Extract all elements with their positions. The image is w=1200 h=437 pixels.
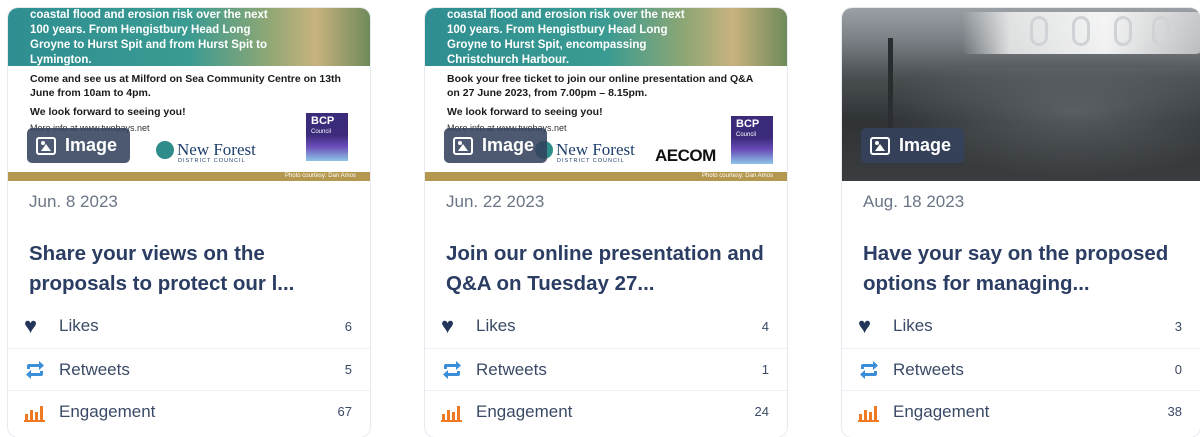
- heart-icon: ♥: [24, 313, 38, 338]
- retweets-count: 1: [761, 362, 769, 377]
- retweet-icon: [441, 360, 463, 380]
- engagement-row: Engagement 24: [425, 390, 787, 432]
- image-badge: Image: [861, 128, 964, 163]
- likes-count: 4: [761, 318, 769, 334]
- retweets-count: 5: [344, 362, 352, 377]
- engagement-label: Engagement: [59, 401, 156, 421]
- bar-chart-icon: [24, 402, 46, 422]
- poster-headline: coastal flood and erosion risk over the …: [447, 9, 685, 66]
- bcp-logo-subtext: Council: [311, 129, 332, 135]
- bcp-logo-subtext: Council: [736, 132, 757, 138]
- post-card[interactable]: Image Aug. 18 2023 Have your say on the …: [842, 8, 1200, 437]
- retweet-icon: [24, 360, 46, 380]
- engagement-count: 38: [1167, 404, 1182, 419]
- post-date: Aug. 18 2023: [863, 192, 965, 211]
- image-icon: [453, 136, 473, 155]
- image-badge-label: Image: [482, 135, 535, 155]
- railing: [1072, 16, 1090, 46]
- poster-headline: coastal flood and erosion risk over the …: [30, 9, 268, 66]
- bcp-logo-text: BCP: [311, 115, 335, 127]
- bcp-council-logo: BCP Council: [731, 116, 773, 164]
- likes-label: Likes: [59, 316, 99, 335]
- aecom-logo: AECOM: [655, 146, 716, 165]
- new-forest-logo-text: New Forest: [556, 140, 635, 159]
- retweets-row: Retweets 5: [8, 348, 370, 390]
- bcp-logo-text: BCP: [736, 118, 760, 130]
- image-badge-label: Image: [899, 135, 952, 155]
- retweets-label: Retweets: [59, 359, 130, 379]
- new-forest-logo: New Forest DISTRICT COUNCIL: [156, 140, 256, 164]
- likes-row: ♥ Likes 6: [8, 305, 370, 347]
- railing: [1030, 16, 1048, 46]
- retweets-count: 0: [1174, 362, 1182, 377]
- image-icon: [36, 136, 56, 155]
- poster-body: Come and see us at Milford on Sea Commun…: [30, 73, 350, 135]
- likes-row: ♥ Likes 4: [425, 305, 787, 347]
- new-forest-logo-text: New Forest: [177, 140, 256, 159]
- image-badge: Image: [444, 128, 547, 163]
- new-forest-logo-subtext: DISTRICT COUNCIL: [557, 158, 625, 164]
- poster-line: Book your free ticket to join our online…: [447, 73, 753, 99]
- new-forest-logo: New Forest DISTRICT COUNCIL: [535, 140, 635, 164]
- likes-row: ♥ Likes 3: [842, 305, 1200, 347]
- post-title[interactable]: Join our online presentation and Q&A on …: [446, 239, 766, 299]
- railing: [1152, 16, 1170, 46]
- image-badge-label: Image: [65, 135, 118, 155]
- engagement-count: 67: [337, 404, 352, 419]
- likes-label: Likes: [893, 316, 933, 335]
- bar-chart-icon: [858, 402, 880, 422]
- leaf-icon: [156, 141, 174, 159]
- new-forest-logo-subtext: DISTRICT COUNCIL: [178, 158, 246, 164]
- image-icon: [870, 136, 890, 155]
- post-thumbnail[interactable]: coastal flood and erosion risk over the …: [8, 8, 370, 181]
- engagement-label: Engagement: [893, 401, 990, 421]
- retweets-label: Retweets: [893, 359, 964, 379]
- post-thumbnail[interactable]: coastal flood and erosion risk over the …: [425, 8, 787, 181]
- post-card[interactable]: coastal flood and erosion risk over the …: [8, 8, 370, 437]
- likes-label: Likes: [476, 316, 516, 335]
- image-badge: Image: [27, 128, 130, 163]
- railing: [1114, 16, 1132, 46]
- post-date: Jun. 22 2023: [446, 192, 545, 211]
- bcp-council-logo: BCP Council: [306, 113, 348, 161]
- retweets-row: Retweets 1: [425, 348, 787, 390]
- likes-count: 6: [344, 318, 352, 334]
- engagement-count: 24: [754, 404, 769, 419]
- post-date: Jun. 8 2023: [29, 192, 118, 211]
- bar-chart-icon: [441, 402, 463, 422]
- retweets-label: Retweets: [476, 359, 547, 379]
- photo-credit: Photo courtesy: Dan Amos: [425, 172, 787, 181]
- retweet-icon: [858, 360, 880, 380]
- retweets-row: Retweets 0: [842, 348, 1200, 390]
- post-card[interactable]: coastal flood and erosion risk over the …: [425, 8, 787, 437]
- poster-line: We look forward to seeing you!: [447, 106, 603, 118]
- engagement-row: Engagement 38: [842, 390, 1200, 432]
- poster-line: Come and see us at Milford on Sea Commun…: [30, 73, 341, 99]
- post-title[interactable]: Share your views on the proposals to pro…: [29, 239, 349, 299]
- engagement-label: Engagement: [476, 401, 573, 421]
- heart-icon: ♥: [858, 313, 872, 338]
- photo-credit: Photo courtesy: Dan Amos: [8, 172, 370, 181]
- post-title[interactable]: Have your say on the proposed options fo…: [863, 239, 1183, 299]
- poster-body: Book your free ticket to join our online…: [447, 73, 767, 135]
- poster-line: We look forward to seeing you!: [30, 106, 186, 118]
- post-thumbnail[interactable]: Image: [842, 8, 1200, 181]
- likes-count: 3: [1174, 318, 1182, 334]
- heart-icon: ♥: [441, 313, 455, 338]
- engagement-row: Engagement 67: [8, 390, 370, 432]
